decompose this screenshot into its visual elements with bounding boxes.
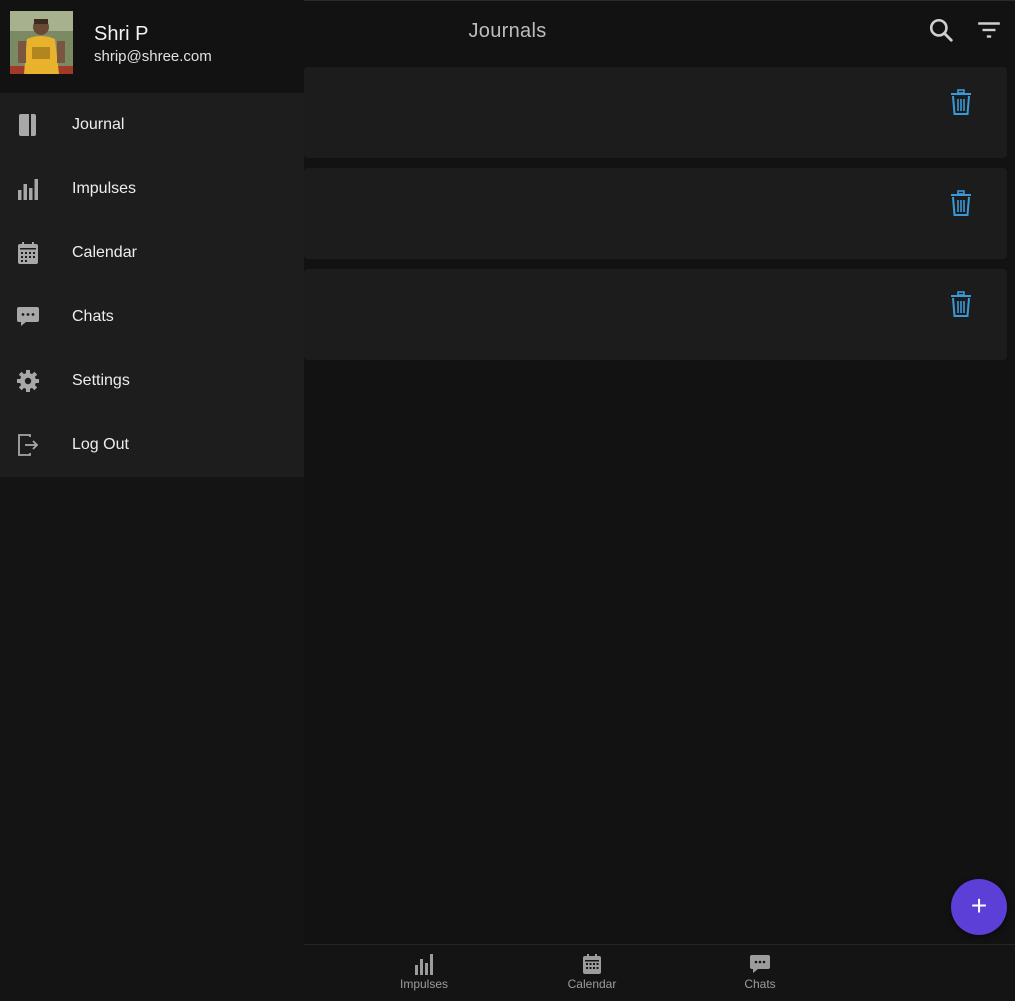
chat-icon [750,955,770,973]
bottom-nav-label: Impulses [399,977,449,991]
bottom-nav-chats[interactable]: Chats [710,953,810,991]
menu-item-label: Chats [72,308,114,325]
menu-item-journal[interactable]: Journal [0,93,304,157]
delete-icon[interactable] [949,291,973,317]
bottom-nav-label: Calendar [567,977,617,991]
search-icon[interactable] [928,17,954,43]
navigation-drawer: Shri P shrip@shree.com Journal Impulses [0,0,304,1001]
journal-card[interactable] [304,67,1007,158]
menu-item-chats[interactable]: Chats [0,285,304,349]
menu-item-logout[interactable]: Log Out [0,413,304,477]
menu-item-calendar[interactable]: Calendar [0,221,304,285]
journal-list [304,67,1007,370]
bottom-nav-label: Chats [744,977,776,991]
delete-icon[interactable] [949,190,973,216]
bottom-nav-impulses[interactable]: Impulses [374,953,474,991]
bottom-nav-calendar[interactable]: Calendar [542,953,642,991]
journal-card[interactable] [304,168,1007,259]
add-journal-button[interactable]: + [951,879,1007,935]
journal-card[interactable] [304,269,1007,360]
menu-item-label: Log Out [72,436,129,453]
logout-icon [18,434,39,456]
menu-item-settings[interactable]: Settings [0,349,304,413]
calendar-icon [583,954,601,974]
user-name: Shri P [94,23,149,45]
menu-item-label: Impulses [72,180,137,197]
chat-icon [17,307,39,326]
filter-icon[interactable] [976,17,1002,43]
plus-icon: + [970,890,988,921]
gear-icon [17,370,39,392]
drawer-menu: Journal Impulses Calendar Chats Settings… [0,93,304,477]
bar-chart-icon [18,179,38,200]
drawer-header: Shri P shrip@shree.com [0,0,304,93]
avatar[interactable] [10,11,73,74]
journal-icon [19,114,36,136]
menu-item-label: Calendar [72,244,137,261]
menu-item-label: Journal [72,116,125,133]
bar-chart-icon [415,954,433,975]
calendar-icon [18,242,38,264]
menu-item-label: Settings [72,372,130,389]
user-email: shrip@shree.com [94,48,212,65]
delete-icon[interactable] [949,89,973,115]
menu-item-impulses[interactable]: Impulses [0,157,304,221]
